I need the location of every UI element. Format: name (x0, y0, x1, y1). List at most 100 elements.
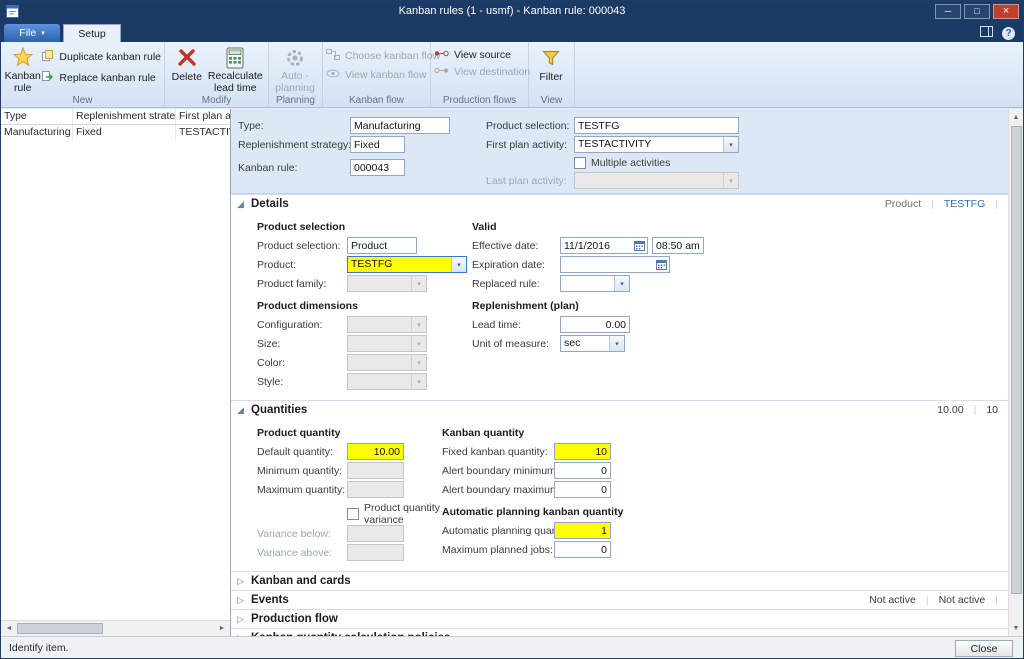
default-quantity-label: Default quantity: (257, 446, 347, 458)
ribbon-group-new: Kanban rule Duplicate kanban rule Replac… (1, 42, 165, 107)
alert-boundary-minimum-field[interactable] (554, 462, 611, 479)
group-title-automatic-planning: Automatic planning kanban quantity (442, 506, 1008, 518)
ribbon-group-modify: Delete Recalculate lead time Modify (165, 42, 269, 107)
maximum-planned-jobs-field[interactable] (554, 541, 611, 558)
summary-separator: | (926, 594, 929, 606)
ribbon-group-label-modify: Modify (165, 95, 268, 106)
chevron-down-icon[interactable]: ▾ (609, 336, 624, 351)
chevron-down-icon[interactable]: ▾ (451, 257, 466, 272)
delete-button[interactable]: Delete (168, 44, 206, 94)
configuration-label: Configuration: (257, 319, 347, 331)
duplicate-kanban-rule-button[interactable]: Duplicate kanban rule (41, 49, 161, 65)
kanban-rule-button[interactable]: Kanban rule (4, 44, 41, 94)
tab-row-icons: ? (980, 26, 1015, 40)
view-kanban-flow-label: View kanban flow (345, 69, 427, 81)
chevron-down-icon: ▾ (411, 336, 426, 351)
grid-horizontal-scrollbar[interactable]: ◄ ► (1, 620, 230, 636)
horizontal-scroll-thumb[interactable] (17, 623, 103, 634)
duplicate-icon (41, 49, 54, 65)
events-summary-2: Not active (939, 594, 986, 606)
color-label: Color: (257, 357, 347, 369)
multiple-activities-checkbox[interactable] (574, 157, 586, 169)
filter-button[interactable]: Filter (532, 44, 570, 94)
alert-boundary-maximum-field[interactable] (554, 481, 611, 498)
first-plan-activity-combo[interactable]: TESTACTIVITY ▾ (574, 136, 739, 153)
product-quantity-variance-label: Product quantity variance (364, 502, 442, 526)
ribbon-group-label-planning: Planning (269, 95, 322, 106)
replaced-rule-value (561, 276, 614, 291)
effective-time-field[interactable] (652, 237, 704, 254)
section-header-kanban-and-cards[interactable]: ▷ Kanban and cards (231, 571, 1008, 590)
maximum-planned-jobs-label: Maximum planned jobs: (442, 544, 554, 556)
kanban-rule-number-field[interactable] (350, 159, 405, 176)
product-selection-head-field[interactable] (574, 117, 739, 134)
view-kanban-flow-button: View kanban flow (326, 68, 427, 82)
default-quantity-field[interactable] (347, 443, 404, 460)
grid-column-first-plan-activity[interactable]: First plan ac (176, 109, 230, 124)
expiration-date-field[interactable] (561, 257, 653, 272)
recalculate-lead-time-button[interactable]: Recalculate lead time (206, 44, 265, 94)
close-button[interactable]: Close (955, 640, 1013, 657)
section-header-events[interactable]: ▷ Events Not active | Not active | (231, 590, 1008, 609)
scroll-up-icon[interactable]: ▲ (1008, 109, 1023, 125)
effective-date-picker[interactable] (560, 237, 648, 254)
maximum-quantity-label: Maximum quantity: (257, 484, 347, 496)
expand-icon: ▷ (237, 614, 251, 625)
choose-kanban-flow-button: Choose kanban flow (326, 49, 427, 63)
product-combo[interactable]: TESTFG ▾ (347, 256, 467, 273)
events-summary-1: Not active (869, 594, 916, 606)
chevron-down-icon[interactable]: ▾ (614, 276, 629, 291)
expiration-date-picker[interactable] (560, 256, 670, 273)
expand-icon: ▷ (237, 595, 251, 606)
replace-kanban-rule-button[interactable]: Replace kanban rule (41, 70, 161, 86)
production-flow-title: Production flow (251, 613, 338, 625)
effective-date-field[interactable] (561, 238, 631, 253)
section-header-production-flow[interactable]: ▷ Production flow (231, 609, 1008, 628)
form-vertical-scrollbar[interactable]: ▲ ▼ (1008, 109, 1023, 636)
chevron-down-icon[interactable]: ▾ (723, 137, 738, 152)
scroll-left-icon[interactable]: ◄ (1, 621, 17, 637)
group-title-replenishment-plan: Replenishment (plan) (472, 300, 1008, 312)
tab-setup[interactable]: Setup (63, 24, 121, 42)
minimize-icon[interactable]: ─ (935, 4, 961, 19)
filter-label: Filter (539, 71, 562, 83)
vertical-scroll-thumb[interactable] (1011, 126, 1022, 594)
lead-time-field[interactable] (560, 316, 630, 333)
section-header-quantities[interactable]: ◢ Quantities 10.00 | 10 (231, 400, 1008, 419)
unit-of-measure-combo[interactable]: sec▾ (560, 335, 625, 352)
close-icon[interactable]: × (993, 4, 1019, 19)
kanban-rule-form: Type: Replenishment strategy: Kanban rul… (231, 109, 1023, 636)
last-plan-activity-value (575, 173, 723, 188)
grid-column-type[interactable]: Type (1, 109, 73, 124)
scroll-down-icon[interactable]: ▼ (1008, 620, 1023, 636)
quantities-summary: 10.00 | 10 (937, 404, 998, 416)
scroll-right-icon[interactable]: ► (214, 621, 230, 637)
fixed-kanban-quantity-field[interactable] (554, 443, 611, 460)
kanban-rules-grid: Type Replenishment strategy First plan a… (1, 109, 231, 636)
calendar-icon[interactable] (653, 257, 669, 272)
view-source-button[interactable]: View source (434, 49, 525, 61)
section-header-kanban-quantity-calculation-policies[interactable]: ▷ Kanban quantity calculation policies (231, 628, 1008, 636)
group-title-kanban-quantity: Kanban quantity (442, 427, 1008, 439)
maximize-icon[interactable]: □ (964, 4, 990, 19)
fast-tab-sections: ◢ Details Product | TESTFG | Product sel… (231, 194, 1008, 636)
automatic-planning-quantity-field[interactable] (554, 522, 611, 539)
calendar-icon[interactable] (631, 238, 647, 253)
file-menu-button[interactable]: File ▾ (4, 24, 60, 42)
kanban-rule-label: Kanban rule (4, 70, 41, 94)
grid-column-replenishment-strategy[interactable]: Replenishment strategy (73, 109, 176, 124)
grid-header-row: Type Replenishment strategy First plan a… (1, 109, 230, 125)
help-icon[interactable]: ? (1002, 27, 1015, 40)
layout-icon[interactable] (980, 26, 993, 40)
product-label: Product: (257, 259, 347, 271)
product-quantity-variance-checkbox[interactable] (347, 508, 359, 520)
window-controls: ─ □ × (935, 4, 1019, 19)
product-selection-field[interactable] (347, 237, 417, 254)
choose-kanban-flow-label: Choose kanban flow (345, 50, 440, 62)
replenishment-strategy-field[interactable] (350, 136, 405, 153)
section-header-details[interactable]: ◢ Details Product | TESTFG | (231, 194, 1008, 213)
replaced-rule-combo[interactable]: ▾ (560, 275, 630, 292)
table-row[interactable]: Manufacturing Fixed TESTACTIVIT (1, 125, 230, 140)
type-field[interactable] (350, 117, 450, 134)
chevron-down-icon: ▾ (41, 29, 45, 37)
